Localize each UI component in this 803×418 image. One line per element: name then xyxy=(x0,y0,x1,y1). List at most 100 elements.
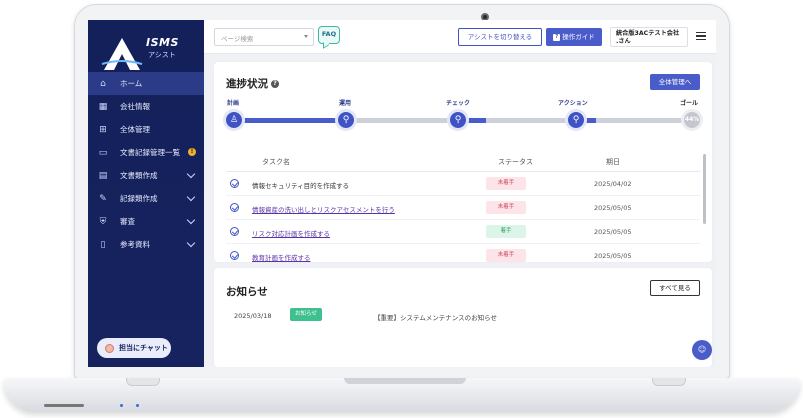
laptop-base xyxy=(4,378,800,412)
header-status: ステータス xyxy=(498,158,533,166)
company-name: 統合版3ACテスト会社 xyxy=(616,30,680,37)
sidebar-item-label: 文書類作成 xyxy=(120,171,158,180)
goal-percent-badge: 44% xyxy=(681,109,703,131)
sidebar-item-3[interactable]: ▭ 文書記録管理一覧! xyxy=(88,141,204,164)
sidebar-item-4[interactable]: ▤ 文書類作成 xyxy=(88,164,204,187)
chevron-down-icon xyxy=(304,35,308,38)
sidebar-item-7[interactable]: ▯ 参考資料 xyxy=(88,233,204,256)
hamburger-menu-icon[interactable] xyxy=(696,32,706,40)
pen-icon: ✎ xyxy=(99,193,107,204)
status-badge: 未着手 xyxy=(486,177,526,190)
base-lip xyxy=(344,378,466,384)
sidebar-item-0[interactable]: ⌂ ホーム xyxy=(88,72,204,95)
check-circle-icon[interactable] xyxy=(230,203,239,212)
faq-button[interactable]: FAQ xyxy=(318,26,340,44)
status-led xyxy=(120,404,123,407)
task-table: タスク名 ステータス 期日 情報セキュリティ目的を作成する 未着手 2025/04/… xyxy=(226,150,700,268)
question-icon: ? xyxy=(553,33,561,41)
table-row: 情報セキュリティ目的を作成する 未着手 2025/04/02 xyxy=(226,172,700,196)
pin-icon: ⚲ xyxy=(447,109,469,131)
chat-button-label: 担当にチャット xyxy=(119,344,168,352)
check-circle-icon[interactable] xyxy=(230,179,239,188)
stage-label-operation: 運用 xyxy=(339,100,352,107)
sidebar-item-label: 参考資料 xyxy=(120,240,150,249)
operation-guide-button[interactable]: ? 操作ガイド xyxy=(546,28,602,46)
task-name[interactable]: リスク対応計画を作成する xyxy=(252,228,330,238)
logo-mark-icon xyxy=(101,38,143,70)
account-company-button[interactable]: 統合版3ACテスト会社 .さん xyxy=(610,27,688,47)
due-date: 2025/04/02 xyxy=(594,180,632,188)
progress-title-text: 進捗状況 xyxy=(226,78,268,90)
guide-label: 操作ガイド xyxy=(562,33,595,41)
sidebar-item-label: 記録類作成 xyxy=(120,194,158,203)
alert-badge-icon: ! xyxy=(188,148,196,156)
stage-label-plan: 計画 xyxy=(227,100,240,107)
base-notch-left xyxy=(126,378,160,386)
table-row: 教育計画を作成する 未着手 2025/05/05 xyxy=(226,244,700,268)
progress-title: 進捗状況? xyxy=(226,76,279,91)
sidebar-item-label: 審査 xyxy=(120,217,135,226)
sidebar-item-label: ホーム xyxy=(120,79,143,88)
sidebar-item-1[interactable]: ▦ 会社情報 xyxy=(88,95,204,118)
notice-date: 2025/03/18 xyxy=(234,312,272,320)
rocket-icon: ♙ xyxy=(223,109,245,131)
sidebar-nav: ⌂ ホーム ▦ 会社情報 ⊞ 全体管理 ▭ 文書記録管理一覧! ▤ 文書類作成 ✎ 記録類作成 ⛨ 審査 ▯… xyxy=(88,72,204,256)
app-screen: ISMS アシスト ⌂ ホーム ▦ 会社情報 ⊞ 全体管理 ▭ 文書記録管理一覧! ▤ 文書類作成… xyxy=(88,20,716,367)
sidebar: ISMS アシスト ⌂ ホーム ▦ 会社情報 ⊞ 全体管理 ▭ 文書記録管理一覧! ▤ 文書類作成… xyxy=(88,20,204,367)
progress-card: 進捗状況? 全体管理へ 計画 運用 チェック アクション ゴール ♙ ⚲ ⚲ ⚲… xyxy=(214,62,712,268)
chat-fab-icon[interactable]: ☺ xyxy=(692,340,712,360)
pin-icon: ⚲ xyxy=(335,109,357,131)
sidebar-item-6[interactable]: ⛨ 審査 xyxy=(88,210,204,233)
book-icon: ▯ xyxy=(100,239,106,250)
grid-icon: ⊞ xyxy=(99,124,107,135)
chevron-down-icon xyxy=(186,215,196,225)
task-table-header: タスク名 ステータス 期日 xyxy=(226,150,700,172)
header-task-name: タスク名 xyxy=(262,158,290,166)
help-icon[interactable]: ? xyxy=(271,80,279,88)
progress-track-pending xyxy=(486,118,570,123)
topbar: ページ検索 FAQ アシストを切り替える ? 操作ガイド 統合版3ACテスト会社 … xyxy=(204,20,716,54)
check-circle-icon[interactable] xyxy=(230,251,239,260)
table-row: リスク対応計画を作成する 着手 2025/05/05 xyxy=(226,220,700,244)
chat-with-staff-button[interactable]: 担当にチャット xyxy=(97,338,171,358)
overall-management-button[interactable]: 全体管理へ xyxy=(650,74,700,90)
notice-card: お知らせ すべて見る 2025/03/18 お知らせ 【重要】システムメンテナン… xyxy=(214,268,712,367)
usb-port xyxy=(44,404,84,407)
stage-label-check: チェック xyxy=(446,100,471,107)
building-icon: ▦ xyxy=(98,101,108,112)
progress-track-pending xyxy=(596,118,692,123)
task-name: 情報セキュリティ目的を作成する xyxy=(252,182,350,190)
see-all-button[interactable]: すべて見る xyxy=(650,280,700,296)
task-table-body: 情報セキュリティ目的を作成する 未着手 2025/04/02 情報資産の洗い出しとリス… xyxy=(226,172,700,268)
chevron-down-icon xyxy=(186,192,196,202)
task-name[interactable]: 情報資産の洗い出しとリスクアセスメントを行う xyxy=(252,204,395,214)
stage-label-goal: ゴール xyxy=(680,100,699,107)
sidebar-item-2[interactable]: ⊞ 全体管理 xyxy=(88,118,204,141)
due-date: 2025/05/05 xyxy=(594,252,632,260)
sidebar-item-label: 会社情報 xyxy=(120,102,150,111)
staff-avatar-icon xyxy=(105,343,114,353)
sidebar-item-label: 全体管理 xyxy=(120,125,150,134)
page-search-select[interactable]: ページ検索 xyxy=(214,28,314,46)
check-circle-icon[interactable] xyxy=(230,227,239,236)
folder-icon: ▭ xyxy=(98,147,108,158)
logo[interactable]: ISMS アシスト xyxy=(100,34,190,74)
chevron-down-icon xyxy=(186,169,196,179)
notice-link[interactable]: 【重要】システムメンテナンスのお知らせ xyxy=(374,312,497,322)
header-due-date: 期日 xyxy=(606,158,620,166)
task-name[interactable]: 教育計画を作成する xyxy=(252,252,311,262)
base-notch-right xyxy=(652,378,686,386)
status-badge: 着手 xyxy=(486,225,526,238)
due-date: 2025/05/05 xyxy=(594,204,632,212)
progress-track-pending xyxy=(356,118,456,123)
logo-title: ISMS xyxy=(146,36,179,49)
scrollbar[interactable] xyxy=(703,154,706,224)
home-icon: ⌂ xyxy=(100,78,106,89)
pin-icon: ⚲ xyxy=(565,109,587,131)
status-badge: 未着手 xyxy=(486,201,526,214)
notice-title: お知らせ xyxy=(226,286,268,298)
logo-subtitle: アシスト xyxy=(148,51,176,59)
sidebar-item-5[interactable]: ✎ 記録類作成 xyxy=(88,187,204,210)
chevron-down-icon xyxy=(186,238,196,248)
assist-toggle-button[interactable]: アシストを切り替える xyxy=(458,28,542,46)
